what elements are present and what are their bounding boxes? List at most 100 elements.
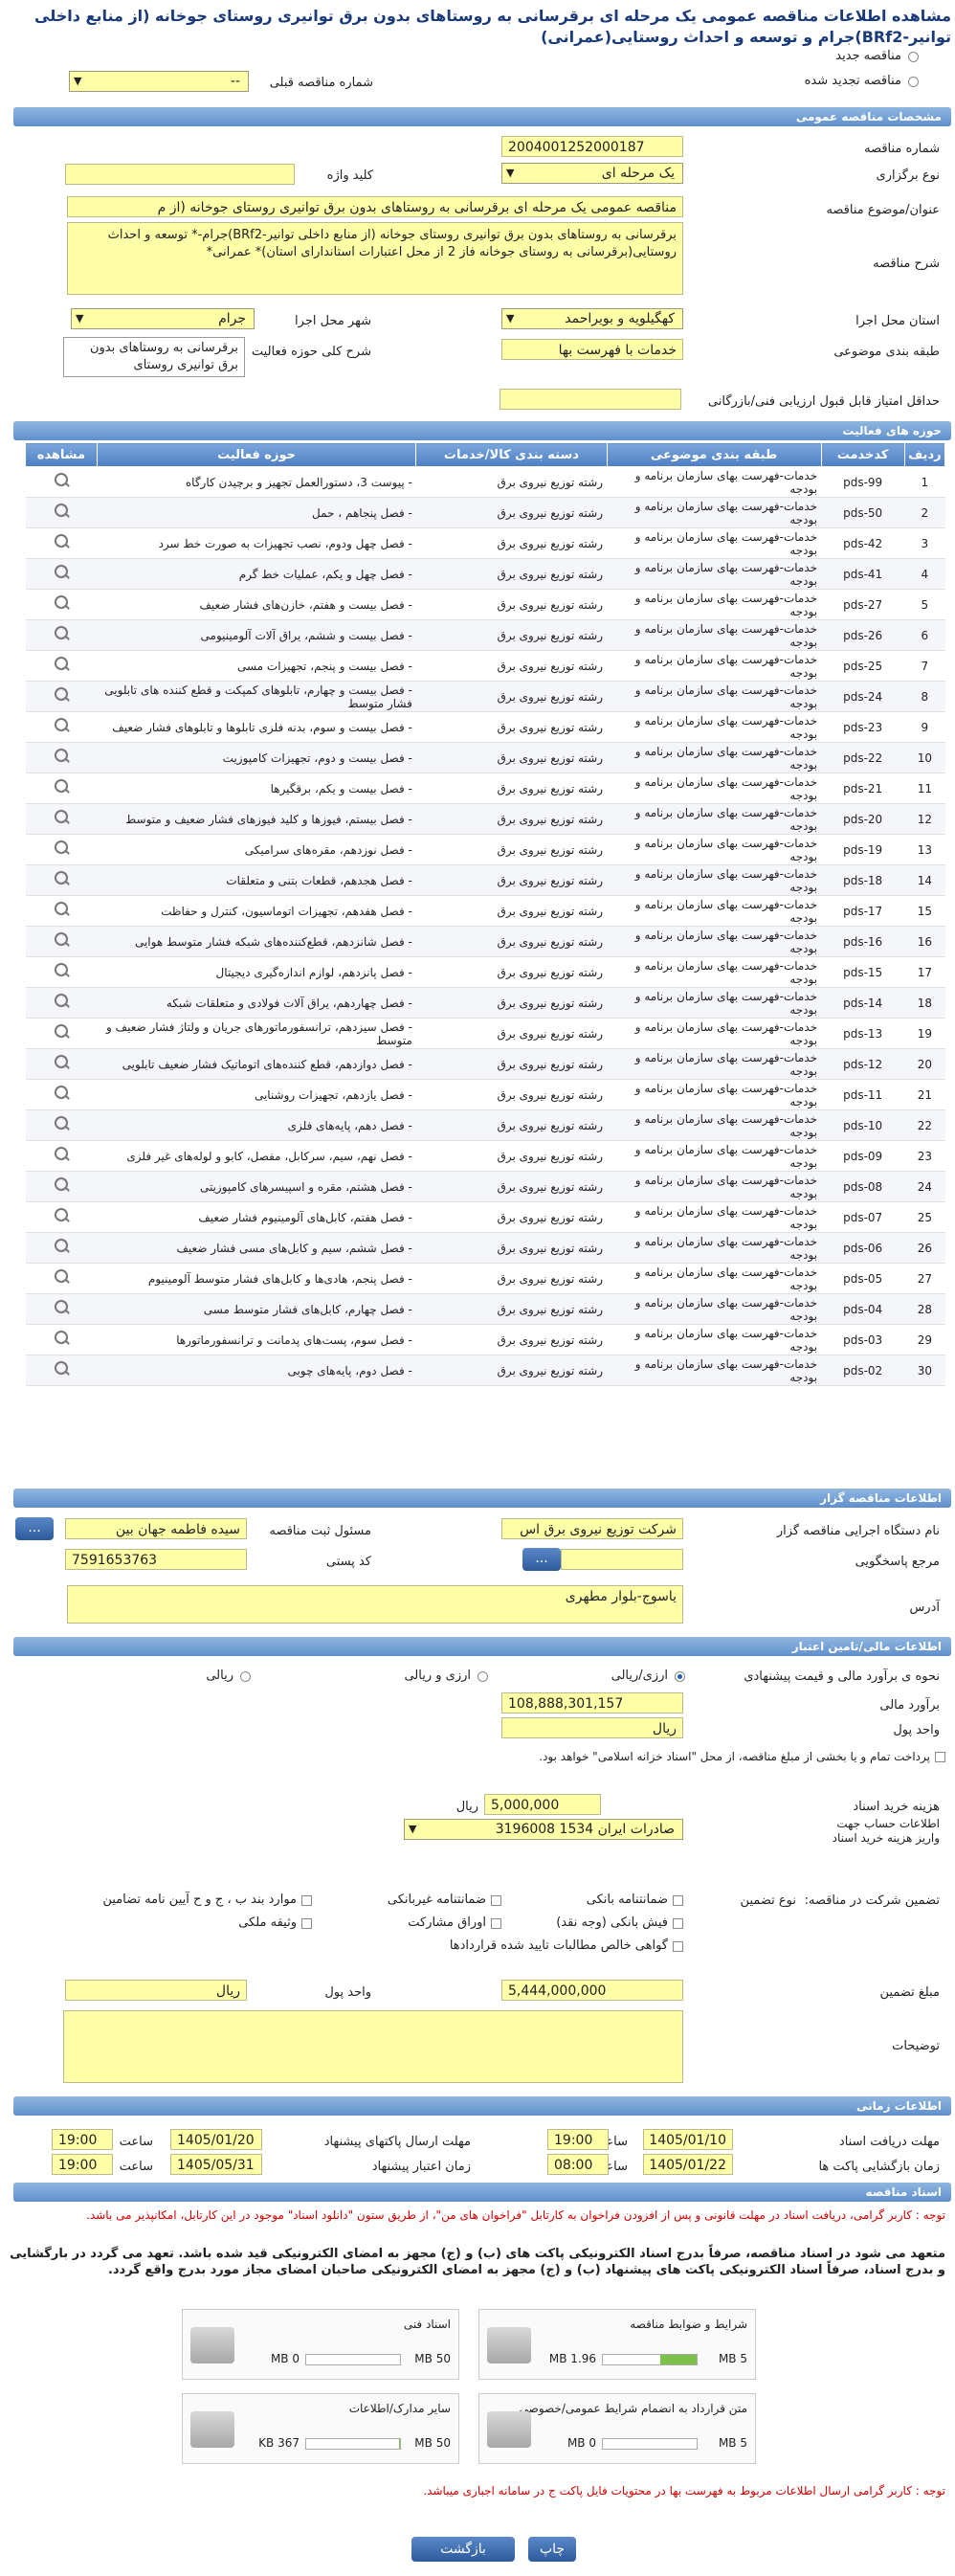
rial-fx-radio[interactable]: [675, 1671, 685, 1682]
view-cell[interactable]: [25, 466, 98, 498]
view-cell[interactable]: [25, 864, 98, 896]
document-box[interactable]: سایر مدارک/اطلاعات 50 MB 367 KB: [182, 2393, 459, 2464]
notes-field[interactable]: [63, 2010, 683, 2083]
view-cell[interactable]: [25, 1109, 98, 1141]
view-cell[interactable]: [25, 681, 98, 712]
magnifier-icon[interactable]: [53, 748, 70, 765]
description-field[interactable]: برقرسانی به روستاهای بدون برق توانیری رو…: [67, 222, 683, 295]
magnifier-icon[interactable]: [53, 1176, 70, 1194]
magnifier-icon[interactable]: [53, 809, 70, 826]
clauses-checkbox[interactable]: [301, 1895, 312, 1906]
magnifier-icon[interactable]: [53, 533, 70, 550]
magnifier-icon[interactable]: [53, 1146, 70, 1163]
property-checkbox[interactable]: [301, 1918, 312, 1929]
reference-lookup-button[interactable]: ...: [522, 1548, 561, 1571]
magnifier-icon[interactable]: [53, 503, 70, 520]
guarantee-currency-field[interactable]: ریال: [65, 1980, 247, 2001]
view-cell[interactable]: [25, 803, 98, 835]
document-box[interactable]: شرایط و ضوابط مناقصه 5 MB 1.96 MB: [478, 2309, 756, 2380]
magnifier-icon[interactable]: [53, 717, 70, 734]
min-score-field[interactable]: [500, 389, 681, 410]
view-cell[interactable]: [25, 1324, 98, 1355]
estimate-amount-field[interactable]: 108,888,301,157: [501, 1692, 683, 1714]
print-button[interactable]: چاپ: [528, 2537, 576, 2562]
tender-type-select[interactable]: یک مرحله ای ▼: [501, 163, 683, 184]
view-cell[interactable]: [25, 1293, 98, 1325]
view-cell[interactable]: [25, 527, 98, 559]
previous-number-select[interactable]: -- ▼: [69, 71, 249, 92]
view-cell[interactable]: [25, 895, 98, 927]
view-cell[interactable]: [25, 1232, 98, 1264]
view-cell[interactable]: [25, 987, 98, 1019]
new-tender-radio[interactable]: [908, 52, 919, 62]
doc-cost-field[interactable]: 5,000,000: [484, 1794, 601, 1815]
doc-receive-date[interactable]: 1405/01/10: [643, 2129, 733, 2150]
tender-number-field[interactable]: 2004001252000187: [501, 136, 683, 157]
magnifier-icon[interactable]: [53, 901, 70, 918]
rial-radio[interactable]: [240, 1671, 251, 1682]
magnifier-icon[interactable]: [53, 594, 70, 612]
magnifier-icon[interactable]: [53, 625, 70, 642]
cheque-checkbox[interactable]: [673, 1918, 683, 1929]
responsible-lookup-button[interactable]: ...: [15, 1517, 54, 1540]
view-cell[interactable]: [25, 1355, 98, 1386]
document-box[interactable]: متن قرارداد به انضمام شرایط عمومی/خصوصی 5…: [478, 2393, 756, 2464]
magnifier-icon[interactable]: [53, 656, 70, 673]
magnifier-icon[interactable]: [53, 931, 70, 949]
keyword-field[interactable]: [65, 164, 295, 185]
organizer-field[interactable]: شرکت توزیع نیروی برق اس: [501, 1518, 683, 1539]
magnifier-icon[interactable]: [53, 1115, 70, 1132]
magnifier-icon[interactable]: [53, 993, 70, 1010]
view-cell[interactable]: [25, 1201, 98, 1233]
treasury-checkbox[interactable]: [935, 1752, 945, 1762]
scope-list[interactable]: برقرسانی به روستاهای بدون برق توانیری رو…: [63, 337, 245, 377]
guarantee-amount-field[interactable]: 5,444,000,000: [501, 1980, 683, 2001]
magnifier-icon[interactable]: [53, 1085, 70, 1102]
magnifier-icon[interactable]: [53, 870, 70, 887]
magnifier-icon[interactable]: [53, 1299, 70, 1316]
magnifier-icon[interactable]: [53, 1330, 70, 1347]
bid-send-date[interactable]: 1405/01/20: [170, 2129, 262, 2150]
view-cell[interactable]: [25, 1018, 98, 1049]
document-box[interactable]: اسناد فنی 50 MB 0 MB: [182, 2309, 459, 2380]
renewed-tender-radio[interactable]: [908, 77, 919, 87]
address-field[interactable]: یاسوج-بلوار مطهری: [67, 1585, 683, 1624]
view-cell[interactable]: [25, 558, 98, 590]
bank-guarantee-checkbox[interactable]: [673, 1895, 683, 1906]
category-field[interactable]: خدمات با فهرست بها: [501, 339, 683, 360]
magnifier-icon[interactable]: [53, 564, 70, 581]
view-cell[interactable]: [25, 619, 98, 651]
magnifier-icon[interactable]: [53, 1054, 70, 1071]
view-cell[interactable]: [25, 1171, 98, 1202]
view-cell[interactable]: [25, 711, 98, 743]
subject-field[interactable]: مناقصه عمومی یک مرحله ای برقرسانی به روس…: [67, 196, 683, 217]
magnifier-icon[interactable]: [53, 472, 70, 489]
view-cell[interactable]: [25, 1140, 98, 1172]
view-cell[interactable]: [25, 956, 98, 988]
view-cell[interactable]: [25, 742, 98, 773]
magnifier-icon[interactable]: [53, 778, 70, 795]
validity-date[interactable]: 1405/05/31: [170, 2154, 262, 2175]
opening-time[interactable]: 08:00: [547, 2154, 609, 2175]
responsible-field[interactable]: سیده فاطمه جهان بین: [65, 1518, 247, 1539]
opening-date[interactable]: 1405/01/22: [643, 2154, 733, 2175]
view-cell[interactable]: [25, 834, 98, 865]
view-cell[interactable]: [25, 650, 98, 682]
fx-and-rial-radio[interactable]: [478, 1671, 488, 1682]
magnifier-icon[interactable]: [53, 1268, 70, 1286]
back-button[interactable]: بازگشت: [411, 2537, 515, 2562]
bid-send-time[interactable]: 19:00: [52, 2129, 113, 2150]
magnifier-icon[interactable]: [53, 686, 70, 704]
account-select[interactable]: صادرات ایران 1534 3196008 ▼: [404, 1819, 683, 1840]
magnifier-icon[interactable]: [53, 1023, 70, 1041]
nonbank-guarantee-checkbox[interactable]: [491, 1895, 501, 1906]
magnifier-icon[interactable]: [53, 1207, 70, 1224]
validity-time[interactable]: 19:00: [52, 2154, 113, 2175]
postal-field[interactable]: 7591653763: [65, 1549, 247, 1570]
view-cell[interactable]: [25, 1263, 98, 1294]
view-cell[interactable]: [25, 926, 98, 957]
province-select[interactable]: کهگیلویه و بویراحمد ▼: [501, 308, 683, 329]
magnifier-icon[interactable]: [53, 1238, 70, 1255]
view-cell[interactable]: [25, 589, 98, 620]
city-select[interactable]: جرام ▼: [71, 308, 255, 329]
